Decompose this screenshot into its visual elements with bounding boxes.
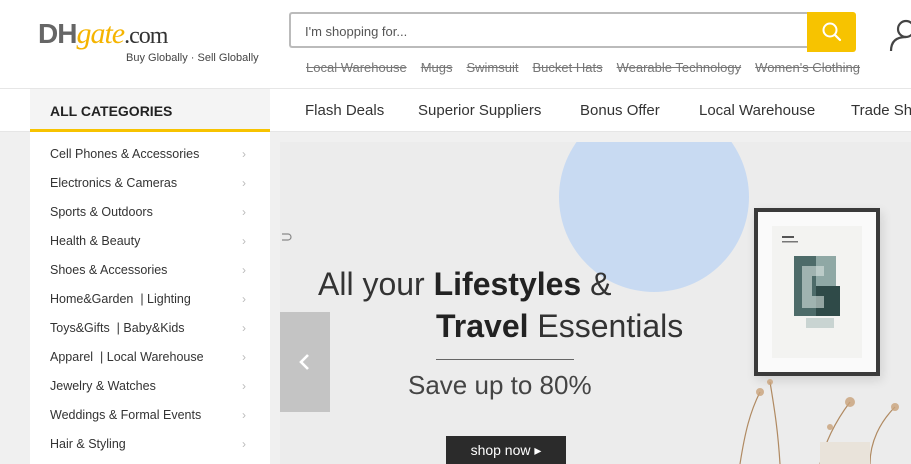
category-label: Home&Garden | Lighting bbox=[50, 292, 191, 306]
search-bar: I'm shopping for... bbox=[289, 12, 856, 52]
hot-word-link[interactable]: Local Warehouse bbox=[306, 60, 407, 75]
dhgate-logo[interactable]: DHgate.com Buy Globally · Sell Globally bbox=[38, 17, 259, 65]
hot-word-link[interactable]: Women's Clothing bbox=[755, 60, 860, 75]
category-item[interactable]: Home&Garden | Lighting › bbox=[50, 289, 260, 318]
chevron-right-icon: › bbox=[242, 205, 246, 219]
category-item[interactable]: Health & Beauty › bbox=[50, 231, 260, 260]
site-header: DHgate.com Buy Globally · Sell Globally … bbox=[0, 0, 911, 88]
category-label: Hair & Styling bbox=[50, 437, 126, 451]
headline-text: All your bbox=[318, 266, 434, 302]
logo-tagline: Buy Globally · Sell Globally bbox=[126, 52, 259, 64]
headline-text: & bbox=[581, 266, 612, 302]
chevron-right-icon: › bbox=[242, 379, 246, 393]
carousel-prev-button[interactable] bbox=[280, 312, 330, 412]
decorative-mark bbox=[282, 233, 292, 241]
chevron-right-icon: › bbox=[242, 234, 246, 248]
banner-divider bbox=[436, 359, 574, 360]
banner-headline-line2: Travel Essentials bbox=[436, 308, 683, 345]
chevron-right-icon: › bbox=[242, 147, 246, 161]
shop-now-button[interactable]: shop now ▸ bbox=[446, 436, 566, 464]
main-nav: ALL CATEGORIES Flash Deals Superior Supp… bbox=[0, 88, 911, 132]
category-label: Jewelry & Watches bbox=[50, 379, 156, 393]
framed-art-image bbox=[754, 208, 880, 376]
category-label: Cell Phones & Accessories bbox=[50, 147, 200, 161]
category-item[interactable]: Weddings & Formal Events › bbox=[50, 405, 260, 434]
chevron-right-icon: › bbox=[242, 292, 246, 306]
play-arrow-icon: ▸ bbox=[534, 442, 542, 458]
category-item[interactable]: Jewelry & Watches › bbox=[50, 376, 260, 405]
chevron-right-icon: › bbox=[242, 408, 246, 422]
chevron-right-icon: › bbox=[242, 437, 246, 451]
hot-word-link[interactable]: Wearable Technology bbox=[617, 60, 742, 75]
category-item[interactable]: Electronics & Cameras › bbox=[50, 173, 260, 202]
user-icon[interactable] bbox=[888, 18, 911, 52]
headline-bold: Lifestyles bbox=[433, 266, 582, 302]
category-label: Health & Beauty bbox=[50, 234, 141, 248]
banner-subline: Save up to 80% bbox=[408, 370, 592, 400]
dried-flowers-decor bbox=[739, 379, 899, 464]
chevron-right-icon: › bbox=[242, 350, 246, 364]
category-label: Sports & Outdoors bbox=[50, 205, 153, 219]
category-label: Electronics & Cameras bbox=[50, 176, 178, 190]
main-content: Cell Phones & Accessories › Electronics &… bbox=[0, 132, 911, 464]
hot-word-link[interactable]: Bucket Hats bbox=[533, 60, 603, 75]
shop-now-label: shop now bbox=[470, 442, 531, 458]
category-item[interactable]: Hair & Styling › bbox=[50, 434, 260, 463]
logo-dh: DH bbox=[38, 18, 77, 49]
category-item[interactable]: Shoes & Accessories › bbox=[50, 260, 260, 289]
arrow-left-icon bbox=[299, 354, 309, 370]
category-label: Shoes & Accessories bbox=[50, 263, 168, 277]
category-label: Toys&Gifts | Baby&Kids bbox=[50, 321, 185, 335]
category-item[interactable]: Apparel | Local Warehouse › bbox=[50, 347, 260, 376]
category-label: Weddings & Formal Events bbox=[50, 408, 202, 422]
search-icon bbox=[822, 22, 841, 42]
headline-bold: Travel bbox=[436, 308, 529, 344]
nav-superior-suppliers[interactable]: Superior Suppliers bbox=[418, 89, 541, 132]
logo-com: .com bbox=[124, 23, 168, 49]
chevron-right-icon: › bbox=[242, 321, 246, 335]
art-print bbox=[772, 226, 862, 358]
category-sidebar: Cell Phones & Accessories › Electronics &… bbox=[30, 132, 270, 464]
hero-banner[interactable]: All your Lifestyles & Travel Essentials … bbox=[280, 142, 911, 464]
hot-word-link[interactable]: Swimsuit bbox=[466, 60, 518, 75]
headline-text: Essentials bbox=[528, 308, 684, 344]
nav-trade-shows[interactable]: Trade Sho bbox=[851, 89, 911, 132]
logo-gate: gate bbox=[76, 17, 125, 50]
nav-local-warehouse[interactable]: Local Warehouse bbox=[699, 89, 815, 132]
banner-headline-line1: All your Lifestyles & bbox=[318, 266, 611, 303]
hot-word-link[interactable]: Mugs bbox=[421, 60, 453, 75]
nav-flash-deals[interactable]: Flash Deals bbox=[305, 89, 384, 132]
chevron-right-icon: › bbox=[242, 263, 246, 277]
all-categories-tab[interactable]: ALL CATEGORIES bbox=[30, 89, 270, 132]
chevron-right-icon: › bbox=[242, 176, 246, 190]
category-item[interactable]: Sports & Outdoors › bbox=[50, 202, 260, 231]
category-item[interactable]: Toys&Gifts | Baby&Kids › bbox=[50, 318, 260, 347]
nav-bonus-offer[interactable]: Bonus Offer bbox=[580, 89, 660, 132]
search-input[interactable]: I'm shopping for... bbox=[289, 12, 807, 48]
hot-search-words: Local Warehouse Mugs Swimsuit Bucket Hats We… bbox=[306, 60, 874, 75]
search-button[interactable] bbox=[807, 12, 856, 52]
category-label: Apparel | Local Warehouse bbox=[50, 350, 204, 364]
category-item[interactable]: Cell Phones & Accessories › bbox=[50, 144, 260, 173]
